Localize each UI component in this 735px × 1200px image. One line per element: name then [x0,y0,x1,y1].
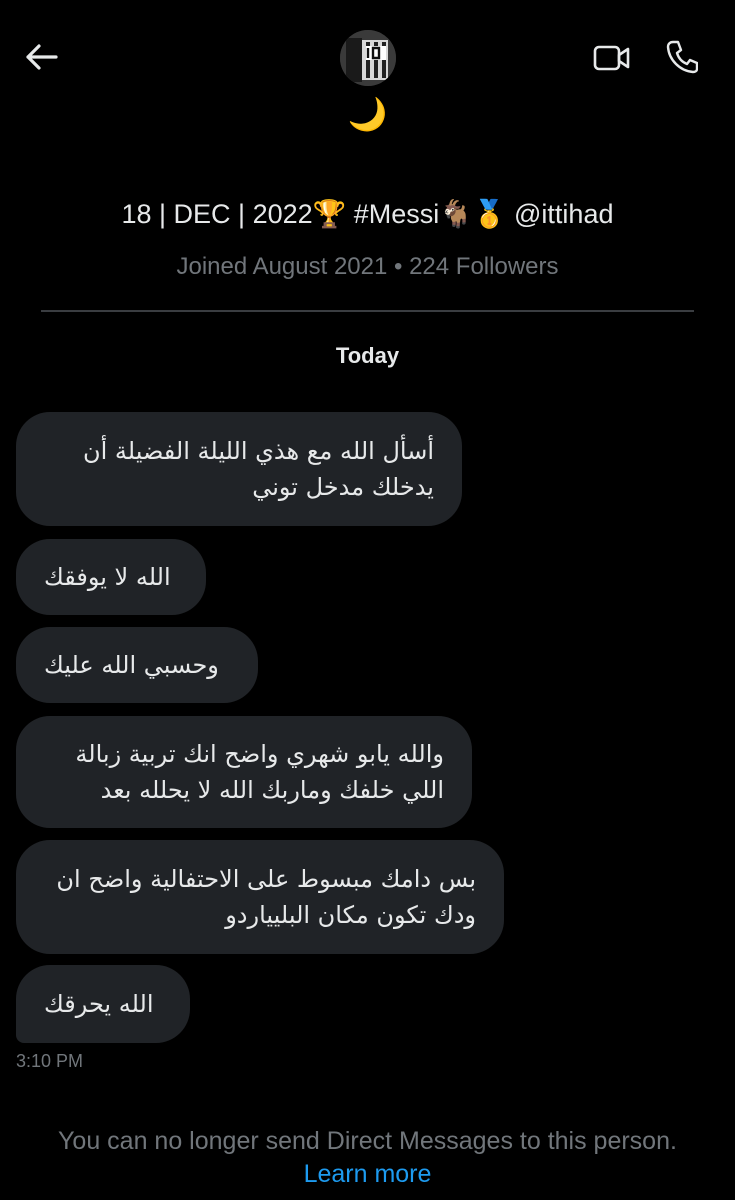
back-button[interactable] [22,40,60,78]
message-text: وحسبي الله عليك [44,651,219,679]
voice-call-button[interactable] [662,38,702,80]
message-bubble[interactable]: وحسبي الله عليك [16,627,258,703]
profile-bio: 18 | DEC | 2022🏆 #Messi🐐🥇 @ittihad [121,199,614,229]
arrow-left-icon [24,43,58,76]
divider [41,310,694,312]
display-name[interactable]: 🌙 [0,92,735,136]
profile-meta: Joined August 2021 • 224 Followers [176,253,559,280]
message-bubble[interactable]: الله يحرقك [16,965,190,1043]
phone-icon [666,40,699,79]
message-bubble[interactable]: بس دامك مبسوط على الاحتفالية واضح ان ودك… [16,840,504,954]
message-bubble[interactable]: الله لا يوفقك [16,539,206,615]
learn-more-link[interactable]: Learn more [0,1158,735,1190]
message-text: بس دامك مبسوط على الاحتفالية واضح ان ودك… [56,865,476,929]
avatar[interactable] [340,30,396,86]
message-text: الله يحرقك [44,990,154,1018]
dm-disabled-notice: You can no longer send Direct Messages t… [58,1127,677,1155]
message-text: الله لا يوفقك [44,563,171,591]
message-text: أسأل الله مع هذي الليلة الفضيلة أن يدخلك… [82,437,434,501]
dm-conversation-screen: 🌙 18 | DEC | 2022🏆 #Messi🐐🥇 @ittihad Joi… [0,0,735,1200]
message-timestamp: 3:10 PM [16,1051,84,1071]
conversation-header: 🌙 [0,0,735,140]
message-bubble[interactable]: والله يابو شهري واضح انك تربية زبالة الل… [16,716,472,828]
message-bubble[interactable]: أسأل الله مع هذي الليلة الفضيلة أن يدخلك… [16,412,462,526]
message-text: والله يابو شهري واضح انك تربية زبالة الل… [75,740,444,804]
day-label: Today [335,343,400,368]
video-call-button[interactable] [592,40,632,80]
video-camera-icon [593,44,631,77]
